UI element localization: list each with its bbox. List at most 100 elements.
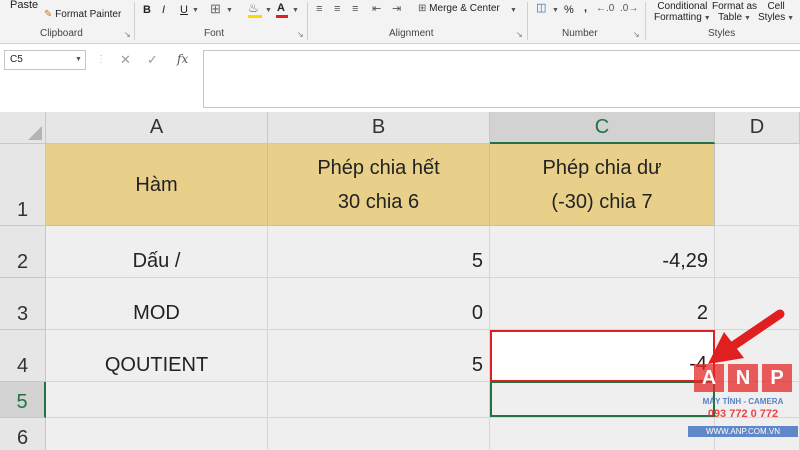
column-header-a[interactable]: A bbox=[46, 112, 268, 144]
logo-website: WWW.ANP.COM.VN bbox=[688, 426, 798, 437]
cell-b5[interactable] bbox=[268, 382, 490, 418]
group-divider bbox=[307, 2, 308, 40]
decrease-decimal-icon[interactable]: .0→ bbox=[620, 2, 638, 16]
row-header-1[interactable]: 1 bbox=[0, 144, 46, 226]
borders-icon[interactable]: ⊞ bbox=[210, 2, 221, 16]
format-as-table-label-1: Format as bbox=[712, 1, 758, 12]
cell-d1[interactable] bbox=[715, 144, 800, 226]
cell-b1-line-1: Phép chia hết bbox=[317, 156, 440, 179]
merge-dropdown-icon[interactable]: ▼ bbox=[510, 7, 517, 14]
underline-dropdown-icon[interactable]: ▼ bbox=[192, 7, 199, 14]
paint-bucket-icon: ♨ bbox=[248, 1, 259, 15]
cell-b6[interactable] bbox=[268, 418, 490, 450]
cell-b3[interactable]: 0 bbox=[268, 278, 490, 330]
merge-center-label: Merge & Center bbox=[429, 3, 500, 14]
cell-d2[interactable] bbox=[715, 226, 800, 278]
insert-function-button[interactable]: fx bbox=[177, 52, 188, 66]
cell-a2[interactable]: Dấu / bbox=[46, 226, 268, 278]
font-color-button[interactable]: A bbox=[276, 1, 288, 18]
cell-a1-text: Hàm bbox=[135, 173, 178, 196]
cell-a4[interactable]: QOUTIENT bbox=[46, 330, 268, 382]
fill-color-button[interactable]: ♨ bbox=[248, 1, 262, 18]
cancel-icon[interactable]: ✕ bbox=[120, 52, 131, 68]
styles-group-label: Styles bbox=[708, 28, 736, 39]
cell-c2[interactable]: -4,29 bbox=[490, 226, 715, 278]
formula-bar: C5 ▼ ⋮ ✕ ✓ fx bbox=[0, 44, 800, 112]
row-header-2[interactable]: 2 bbox=[0, 226, 46, 278]
cell-c4[interactable]: -4 bbox=[490, 330, 715, 382]
cell-c6[interactable] bbox=[490, 418, 715, 450]
fill-dropdown-icon[interactable]: ▼ bbox=[265, 7, 272, 14]
ribbon: Paste ✎ Format Painter Clipboard ↘ B I U… bbox=[0, 0, 800, 44]
comma-style-button[interactable]: , bbox=[584, 1, 587, 15]
align-left-icon[interactable]: ≡ bbox=[316, 2, 322, 16]
select-all-triangle-icon bbox=[28, 126, 42, 140]
cell-b4[interactable]: 5 bbox=[268, 330, 490, 382]
cell-c3[interactable]: 2 bbox=[490, 278, 715, 330]
cell-c1-line-2: (-30) chia 7 bbox=[551, 190, 653, 213]
row-header-3[interactable]: 3 bbox=[0, 278, 46, 330]
format-as-table-button[interactable]: Format as Table ▼ bbox=[712, 1, 757, 24]
alignment-group-label: Alignment bbox=[389, 28, 434, 39]
bold-button[interactable]: B bbox=[143, 3, 151, 17]
alignment-launcher-icon[interactable]: ↘ bbox=[516, 30, 523, 39]
percent-button[interactable]: % bbox=[564, 3, 574, 17]
enter-icon[interactable]: ✓ bbox=[147, 52, 158, 68]
cell-a3[interactable]: MOD bbox=[46, 278, 268, 330]
font-color-dropdown-icon[interactable]: ▼ bbox=[292, 7, 299, 14]
row-header-6[interactable]: 6 bbox=[0, 418, 46, 450]
column-header-b[interactable]: B bbox=[268, 112, 490, 144]
cell-c1[interactable]: Phép chia dư (-30) chia 7 bbox=[490, 144, 715, 226]
brush-icon: ✎ bbox=[44, 9, 53, 20]
group-divider bbox=[134, 2, 135, 40]
formula-input[interactable] bbox=[203, 50, 800, 108]
font-color-glyph: A bbox=[277, 2, 285, 14]
conditional-formatting-label-2: Formatting ▼ bbox=[654, 12, 711, 23]
align-right-icon[interactable]: ≡ bbox=[352, 2, 358, 16]
font-color-swatch bbox=[276, 15, 288, 18]
cell-a6[interactable] bbox=[46, 418, 268, 450]
format-as-table-label-2: Table ▼ bbox=[718, 12, 751, 23]
column-header-d[interactable]: D bbox=[715, 112, 800, 144]
font-launcher-icon[interactable]: ↘ bbox=[297, 30, 304, 39]
accounting-format-icon[interactable]: ◫ bbox=[536, 1, 546, 15]
cell-b1-line-2: 30 chia 6 bbox=[337, 190, 420, 213]
cell-b1[interactable]: Phép chia hết 30 chia 6 bbox=[268, 144, 490, 226]
clipboard-launcher-icon[interactable]: ↘ bbox=[124, 30, 131, 39]
cell-c5[interactable] bbox=[490, 382, 715, 418]
formula-bar-grip-icon: ⋮ bbox=[96, 54, 106, 65]
column-header-c[interactable]: C bbox=[490, 112, 715, 144]
italic-button[interactable]: I bbox=[162, 3, 165, 17]
cell-a1[interactable]: Hàm bbox=[46, 144, 268, 226]
conditional-formatting-button[interactable]: Conditional Formatting ▼ bbox=[654, 1, 711, 24]
format-painter-button[interactable]: ✎ Format Painter bbox=[44, 9, 121, 20]
cell-styles-button[interactable]: Cell Styles ▼ bbox=[758, 1, 794, 24]
increase-decimal-icon[interactable]: ←.0 bbox=[596, 2, 614, 16]
decrease-indent-icon[interactable]: ⇤ bbox=[372, 2, 381, 16]
paste-button[interactable]: Paste bbox=[10, 0, 38, 11]
borders-dropdown-icon[interactable]: ▼ bbox=[226, 7, 233, 14]
logo-phone: 093 772 0 772 bbox=[707, 408, 779, 420]
name-box-dropdown-icon[interactable]: ▼ bbox=[75, 56, 82, 63]
fill-color-swatch bbox=[248, 15, 262, 18]
conditional-formatting-label-1: Conditional bbox=[657, 1, 708, 12]
merge-center-button[interactable]: ⊞ Merge & Center bbox=[418, 3, 500, 14]
increase-indent-icon[interactable]: ⇥ bbox=[392, 2, 401, 16]
underline-button[interactable]: U bbox=[180, 3, 188, 17]
cell-c1-line-1: Phép chia dư bbox=[542, 156, 662, 179]
number-launcher-icon[interactable]: ↘ bbox=[633, 30, 640, 39]
row-header-5[interactable]: 5 bbox=[0, 382, 46, 418]
format-painter-label: Format Painter bbox=[55, 9, 122, 20]
cell-b2[interactable]: 5 bbox=[268, 226, 490, 278]
logo-tagline: MÁY TÍNH - CAMERA bbox=[702, 397, 784, 406]
number-group-label: Number bbox=[562, 28, 598, 39]
merge-icon: ⊞ bbox=[418, 3, 427, 14]
select-all-button[interactable] bbox=[0, 112, 46, 144]
cell-a5[interactable] bbox=[46, 382, 268, 418]
group-divider bbox=[645, 2, 646, 40]
name-box[interactable]: C5 bbox=[4, 50, 86, 70]
row-header-4[interactable]: 4 bbox=[0, 330, 46, 382]
cell-styles-label-2: Styles ▼ bbox=[758, 12, 795, 23]
accounting-dropdown-icon[interactable]: ▼ bbox=[552, 7, 559, 14]
align-center-icon[interactable]: ≡ bbox=[334, 2, 340, 16]
